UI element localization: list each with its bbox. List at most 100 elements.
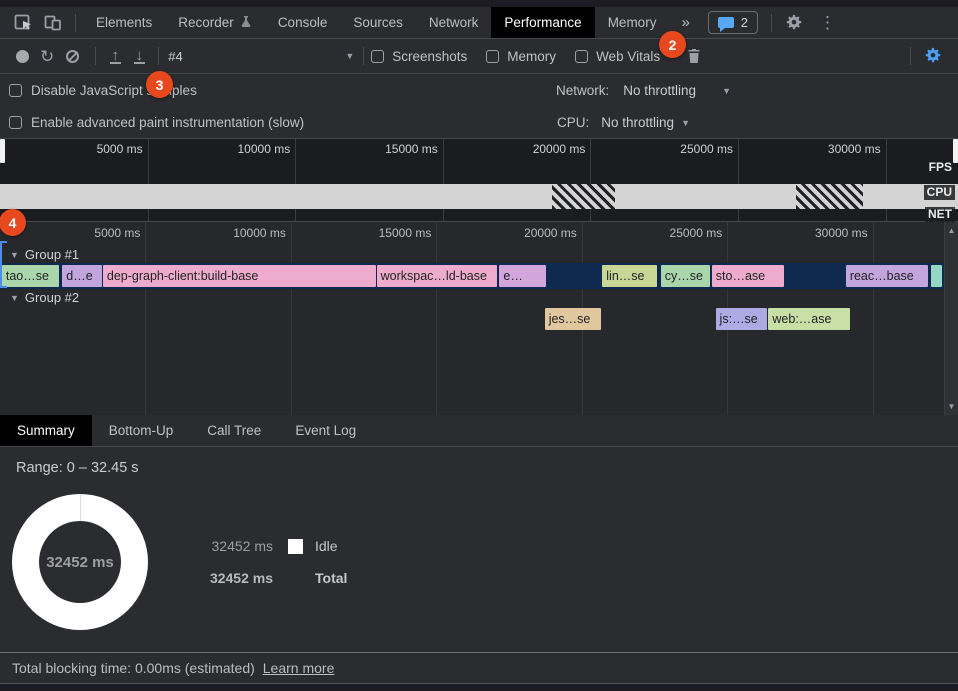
divider — [910, 47, 911, 65]
disable-js-samples-checkbox[interactable] — [9, 84, 22, 97]
timeline-event-bar[interactable]: reac…base — [846, 265, 928, 287]
legend-total-label: Total — [315, 570, 347, 586]
range-handle-left[interactable] — [0, 139, 5, 163]
tab-label: Performance — [504, 15, 581, 30]
checkbox-label: Web Vitals — [596, 49, 660, 64]
chevron-down-icon[interactable]: ▼ — [722, 86, 731, 96]
network-throttling-select[interactable]: No throttling — [623, 83, 696, 98]
legend-idle-value: 32452 ms — [205, 538, 273, 554]
capture-settings-gear-icon[interactable] — [918, 43, 948, 69]
devtools-tabbar: Elements Recorder Console Sources Network Per… — [0, 7, 958, 39]
timeline-event-bar[interactable]: cy…se — [661, 265, 710, 287]
load-profile-icon[interactable]: ↑ — [103, 48, 127, 64]
memory-checkbox[interactable] — [486, 50, 499, 63]
timeline-event-bar[interactable]: jes…se — [545, 308, 602, 330]
detail-tabs: SummaryBottom-UpCall TreeEvent Log — [0, 415, 958, 447]
more-tabs-chevron-icon[interactable]: » — [669, 14, 701, 31]
annotation-badge-2: 2 — [659, 31, 686, 58]
range-text: Range: 0 – 32.45 s — [16, 460, 139, 476]
timeline-event-bar[interactable]: js:…se — [716, 308, 767, 330]
issues-counter[interactable]: 2 — [708, 11, 758, 34]
arrow-up-icon: ↑ — [112, 48, 120, 63]
tab-console[interactable]: Console — [265, 7, 341, 38]
tab-call-tree[interactable]: Call Tree — [190, 415, 278, 446]
ruler-tick-label: 30000 ms — [828, 142, 881, 156]
timeline-event-bar[interactable]: tao…se — [2, 265, 60, 287]
advanced-paint-option[interactable]: Enable advanced paint instrumentation (s… — [9, 107, 304, 138]
checkbox-screenshots[interactable]: Screenshots — [371, 49, 467, 64]
checkbox-memory[interactable]: Memory — [486, 49, 556, 64]
cpu-busy-region — [552, 184, 615, 209]
tab-label: Recorder — [178, 15, 234, 30]
timeline-event-bar[interactable]: d…e — [62, 265, 102, 287]
tab-event-log[interactable]: Event Log — [278, 415, 373, 446]
ruler-tick-label: 15000 ms — [385, 142, 438, 156]
record-button[interactable] — [16, 50, 29, 63]
ruler-tick-label: 25000 ms — [670, 226, 723, 240]
ruler-tick-label: 25000 ms — [680, 142, 733, 156]
group-1-header[interactable]: ▼ Group #1 — [10, 247, 79, 262]
tab-sources[interactable]: Sources — [340, 7, 416, 38]
vertical-scrollbar[interactable]: ▲ ▼ — [944, 222, 958, 415]
divider — [363, 47, 364, 65]
timeline-event-bar[interactable] — [931, 265, 942, 287]
group-1-track: tao…sed…edep-graph-client:build-basework… — [0, 263, 944, 289]
checkbox-web-vitals[interactable]: Web Vitals — [575, 49, 660, 64]
tab-memory[interactable]: Memory — [595, 7, 670, 38]
chevron-down-icon[interactable]: ▼ — [681, 118, 690, 128]
divider — [771, 14, 772, 32]
ruler-tick-label: 20000 ms — [524, 226, 577, 240]
reload-and-record-icon[interactable]: ↻ — [40, 48, 54, 65]
tab-recorder[interactable]: Recorder — [165, 7, 265, 38]
cpu-throttling-control: CPU: No throttling ▼ — [557, 107, 690, 138]
flame-chart[interactable]: 5000 ms10000 ms15000 ms20000 ms25000 ms3… — [0, 222, 958, 415]
clear-icon[interactable] — [66, 50, 79, 63]
advanced-paint-checkbox[interactable] — [9, 116, 22, 129]
timeline-event-bar[interactable]: dep-graph-client:build-base — [103, 265, 376, 287]
beaker-icon — [240, 15, 252, 31]
tab-summary[interactable]: Summary — [0, 415, 92, 446]
web-vitals-checkbox[interactable] — [575, 50, 588, 63]
legend-spacer — [288, 571, 303, 586]
learn-more-link[interactable]: Learn more — [263, 660, 335, 676]
tab-label: Network — [429, 15, 479, 30]
cpu-activity-band — [0, 184, 958, 209]
tab-label: Console — [278, 15, 328, 30]
tab-performance[interactable]: Performance — [491, 7, 594, 38]
timeline-event-bar[interactable]: lin…se — [602, 265, 657, 287]
advanced-paint-label: Enable advanced paint instrumentation (s… — [31, 115, 304, 130]
tab-elements[interactable]: Elements — [83, 7, 165, 38]
device-toolbar-icon[interactable] — [38, 10, 68, 36]
save-profile-icon[interactable]: ↓ — [127, 48, 151, 64]
message-bubble-icon — [718, 17, 734, 28]
inspect-element-icon[interactable] — [8, 10, 38, 36]
cpu-busy-region — [796, 184, 863, 209]
timeline-event-bar[interactable]: sto…ase — [712, 265, 785, 287]
group-2-label: Group #2 — [25, 290, 79, 305]
divider — [75, 14, 76, 32]
scroll-up-icon[interactable]: ▲ — [945, 226, 958, 235]
chevron-down-icon: ▼ — [345, 51, 354, 61]
screenshots-checkbox[interactable] — [371, 50, 384, 63]
capture-checkboxes: Screenshots Memory Web Vitals — [371, 49, 679, 64]
network-label: Network: — [556, 83, 609, 98]
group-2-header[interactable]: ▼ Group #2 — [10, 290, 79, 305]
menu-dots-icon[interactable]: ⋮ — [809, 13, 846, 33]
timeline-event-bar[interactable]: workspac…ld-base — [377, 265, 498, 287]
settings-gear-icon[interactable] — [779, 10, 809, 36]
fps-lane-label: FPS — [926, 160, 955, 175]
cpu-throttling-select[interactable]: No throttling — [601, 115, 674, 130]
group-2-track: jes…se js:…seweb:…ase — [0, 308, 944, 330]
recording-select-value: #4 — [168, 49, 182, 64]
timeline-event-bar[interactable]: web:…ase — [768, 308, 849, 330]
ruler-tick-label: 30000 ms — [815, 226, 868, 240]
timeline-event-bar[interactable]: e… — [499, 265, 545, 287]
performance-toolbar: ↻ ↑ ↓ #4 ▼ Screenshots Memory Web Vitals — [0, 39, 958, 74]
arrow-bar — [134, 62, 145, 64]
timeline-overview[interactable]: 5000 ms10000 ms15000 ms20000 ms25000 ms3… — [0, 139, 958, 222]
tab-bottom-up[interactable]: Bottom-Up — [92, 415, 191, 446]
tab-network[interactable]: Network — [416, 7, 492, 38]
recording-select[interactable]: #4 ▼ — [168, 49, 354, 64]
scroll-down-icon[interactable]: ▼ — [945, 402, 958, 411]
range-handle-right[interactable] — [953, 139, 958, 163]
